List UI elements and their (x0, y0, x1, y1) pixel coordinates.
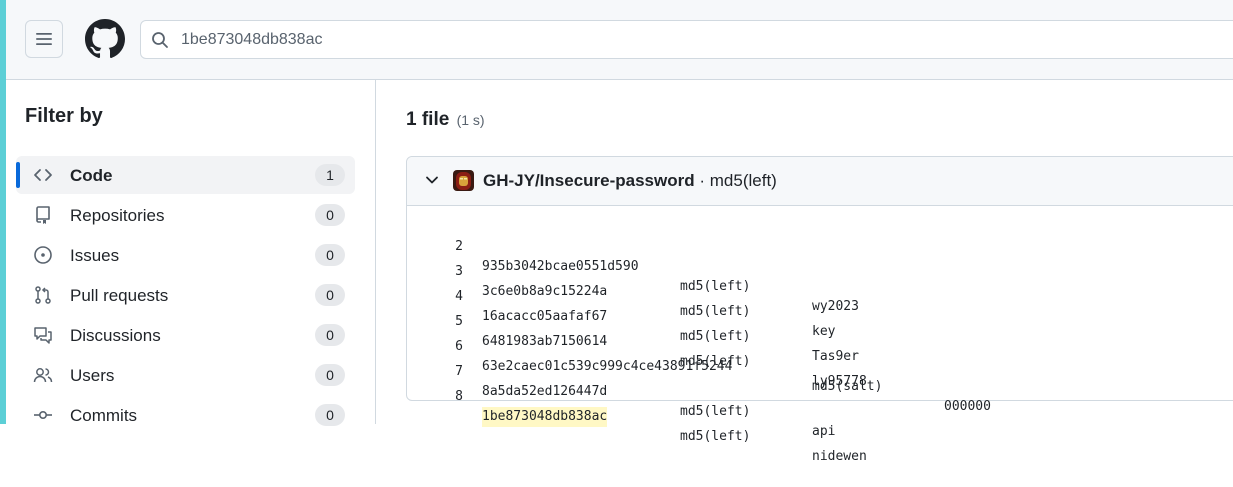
count-badge: 0 (315, 244, 345, 266)
algo-text: md5(left) (680, 404, 751, 419)
hamburger-icon (36, 33, 52, 45)
file-link[interactable]: md5(left) (710, 171, 777, 190)
search-results: 1 file (1 s) GH-JY/Insecure-password · m… (376, 80, 1233, 464)
filter-item-commits[interactable]: Commits 0 (16, 396, 355, 434)
plain-text: api (812, 424, 836, 439)
plain-text: key (812, 324, 836, 339)
chevron-down-icon[interactable] (425, 173, 439, 187)
count-badge: 0 (315, 324, 345, 346)
result-card-header: GH-JY/Insecure-password · md5(left) (407, 157, 1233, 206)
plain-text: md5(salt) (812, 379, 883, 394)
filter-item-code[interactable]: Code 1 (16, 156, 355, 194)
issue-icon (34, 246, 52, 264)
filter-item-label: Code (70, 166, 113, 185)
filter-title: Filter by (25, 105, 103, 127)
pull-request-icon (35, 286, 51, 304)
result-count-text: 1 file (406, 109, 450, 130)
count-badge: 1 (315, 164, 345, 186)
code-icon (34, 169, 52, 181)
code-line: 7 8a5da52ed126447d md5(left) api (407, 342, 835, 439)
active-indicator (16, 162, 20, 188)
hash-text: 8a5da52ed126447d (482, 384, 608, 399)
line-number[interactable]: 8 (443, 387, 463, 407)
filter-item-users[interactable]: Users 0 (16, 356, 355, 394)
search-match-highlight: 1be873048db838ac (482, 407, 608, 427)
count-badge: 0 (315, 364, 345, 386)
code-line: 6 63e2caec01c539c999c4ce43891f5244 md5(s… (407, 317, 991, 414)
code-line: 2 935b3042bcae0551d590 md5(left) wy2023 (407, 217, 859, 314)
filter-item-label: Users (70, 366, 115, 385)
github-logo-icon[interactable] (85, 19, 125, 59)
count-badge: 0 (315, 404, 345, 426)
result-title: GH-JY/Insecure-password · md5(left) (483, 171, 777, 191)
filter-item-pull-requests[interactable]: Pull requests 0 (16, 276, 355, 314)
discussion-icon (34, 327, 52, 344)
algo-text: md5(left) (680, 304, 751, 319)
search-box[interactable] (140, 20, 1233, 59)
filter-item-issues[interactable]: Issues 0 (16, 236, 355, 274)
global-header (6, 0, 1233, 80)
extra-text: 000000 (944, 399, 991, 414)
code-line: 3 3c6e0b8a9c15224a md5(left) key (407, 242, 835, 339)
plain-text: nidewen (812, 449, 867, 464)
filter-item-label: Issues (70, 246, 120, 265)
page: Filter by Code 1 Repositories 0 Issues (6, 0, 1233, 464)
menu-button[interactable] (25, 20, 63, 58)
title-separator: · (699, 171, 706, 190)
algo-text: md5(left) (680, 279, 751, 294)
repo-icon (36, 206, 50, 224)
plain-text: Tas9er (812, 349, 859, 364)
filter-sidebar: Filter by Code 1 Repositories 0 Issues 0… (6, 80, 376, 426)
algo-text: md5(left) (680, 329, 751, 344)
code-line-match: 8 1be873048db838ac md5(left) nidewen (407, 367, 867, 464)
hash-text: 6481983ab7150614 (482, 334, 608, 349)
filter-item-label: Commits (70, 406, 138, 425)
commit-icon (34, 411, 52, 420)
hash-text: 935b3042bcae0551d590 (482, 259, 639, 274)
hash-text: 63e2caec01c539c999c4ce43891f5244 (482, 359, 733, 374)
filter-item-label: Repositories (70, 206, 165, 225)
count-badge: 0 (315, 284, 345, 306)
code-result-card: GH-JY/Insecure-password · md5(left) 2 93… (406, 156, 1233, 464)
code-line: 5 6481983ab7150614 md5(left) ly95778 (407, 292, 867, 389)
filter-item-label: Discussions (70, 326, 161, 345)
code-line: 4 16acacc05aafaf67 md5(left) Tas9er (407, 267, 859, 364)
count-badge: 0 (315, 204, 345, 226)
algo-text: md5(left) (680, 429, 751, 444)
hash-text: 3c6e0b8a9c15224a (482, 284, 608, 299)
filter-item-repositories[interactable]: Repositories 0 (16, 196, 355, 234)
result-time: (1 s) (456, 112, 485, 128)
hash-text: 16acacc05aafaf67 (482, 309, 608, 324)
filter-item-label: Pull requests (70, 286, 169, 305)
result-count: 1 file (1 s) (406, 109, 485, 131)
repo-link[interactable]: GH-JY/Insecure-password (483, 171, 695, 190)
plain-text: wy2023 (812, 299, 859, 314)
owner-avatar[interactable] (453, 170, 474, 191)
search-icon (152, 32, 168, 48)
avatar-image (453, 170, 474, 191)
filter-item-discussions[interactable]: Discussions 0 (16, 316, 355, 354)
people-icon (33, 368, 53, 383)
search-input[interactable] (181, 21, 1181, 58)
